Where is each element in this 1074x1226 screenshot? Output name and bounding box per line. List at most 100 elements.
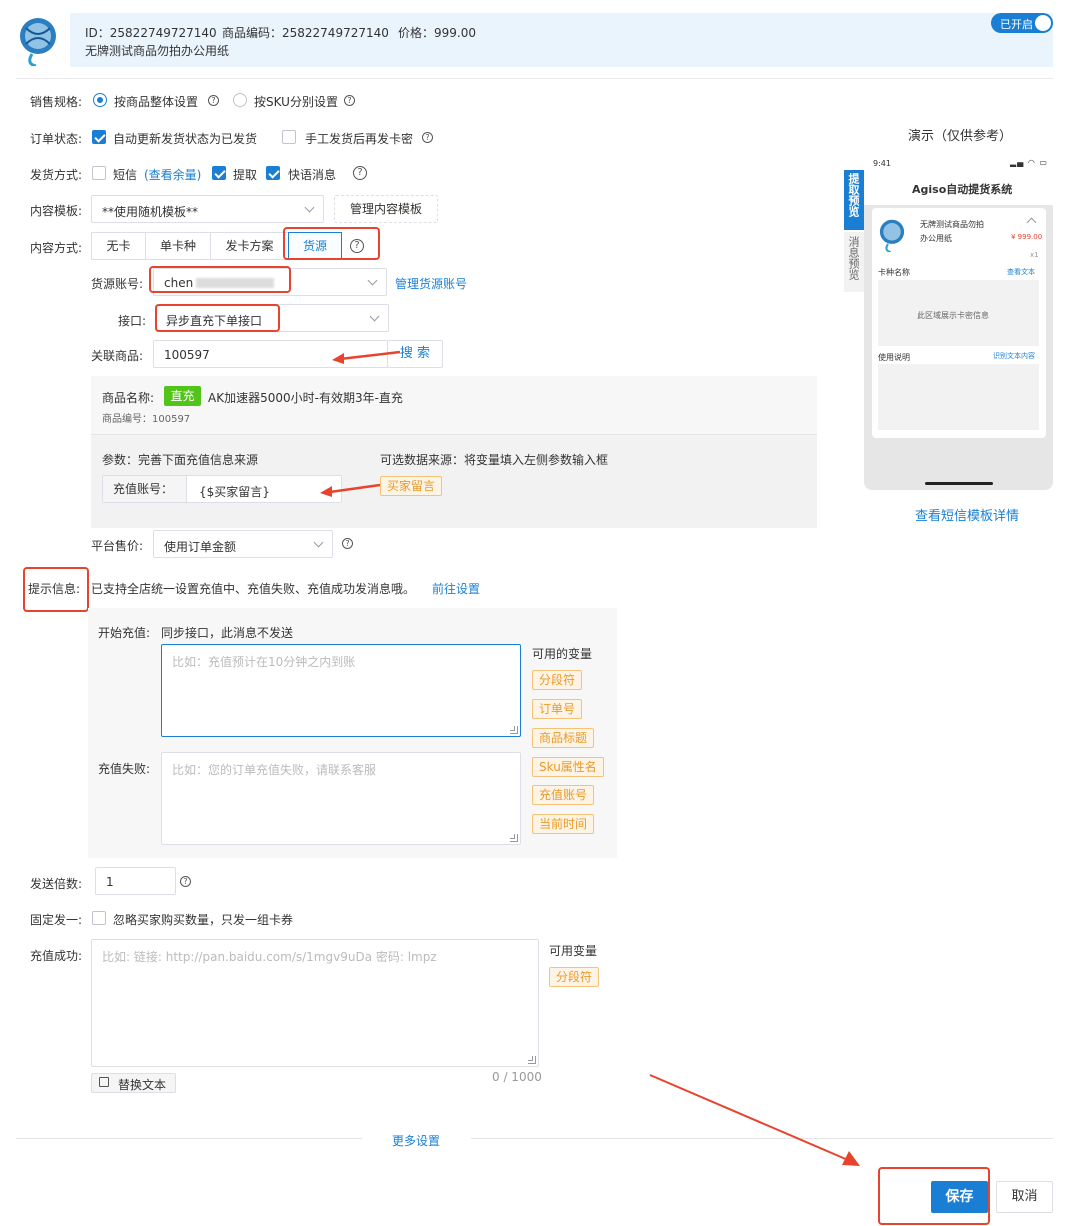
fixed-one-checkbox[interactable]	[92, 911, 106, 925]
product-thumbnail	[16, 14, 60, 68]
radio-per-sku-label[interactable]: 按SKU分别设置	[254, 93, 338, 110]
sales-spec-label: 销售规格:	[30, 95, 83, 109]
preview-tab-pickup-label: 提取预览	[847, 173, 860, 217]
phone-product-name: 无牌测试商品勿拍办公用纸	[920, 220, 984, 243]
direct-charge-badge: 直充	[164, 386, 201, 406]
resize-handle-icon[interactable]	[510, 726, 518, 734]
delivery-label: 发货方式:	[30, 168, 83, 182]
product-code: 商品编码：25822749727140	[222, 26, 389, 40]
tab-single-card[interactable]: 单卡种	[145, 232, 211, 260]
manual-ship-label[interactable]: 手工发货后再发卡密	[305, 130, 413, 147]
fixed-one-text[interactable]: 忽略买家购买数量，只发一组卡券	[113, 911, 293, 928]
var-tag-segment[interactable]: 分段符	[532, 670, 583, 690]
resize-handle-icon[interactable]	[528, 1056, 536, 1064]
phone-view-text-link[interactable]: 查看文本	[1007, 267, 1035, 277]
source-account-value: chen	[164, 276, 194, 290]
help-icon[interactable]: ?	[353, 166, 367, 180]
recharge-success-textarea[interactable]: 比如: 链接: http://pan.baidu.com/s/1mgv9uDa …	[91, 939, 539, 1067]
sms-template-detail-link[interactable]: 查看短信模板详情	[915, 505, 1019, 524]
cancel-button[interactable]: 取消	[996, 1181, 1053, 1213]
search-button-label: 搜 索	[399, 346, 431, 361]
interface-value: 异步直充下单接口	[166, 314, 263, 328]
auto-ship-checkbox[interactable]	[92, 130, 106, 144]
var-tag-product-title[interactable]: 商品标题	[532, 728, 595, 748]
go-settings-link[interactable]: 前往设置	[432, 580, 480, 597]
more-settings-link[interactable]: 更多设置	[392, 1132, 440, 1149]
pickup-checkbox[interactable]	[212, 166, 226, 180]
recharge-account-field[interactable]: 充值账号： {$买家留言}	[102, 475, 342, 503]
quick-msg-label[interactable]: 快语消息	[288, 166, 336, 183]
help-icon[interactable]: ?	[180, 876, 191, 887]
product-name-label: 商品名称:	[102, 391, 155, 405]
auto-ship-label[interactable]: 自动更新发货状态为已发货	[113, 130, 257, 147]
annotation-arrow	[649, 1074, 860, 1166]
phone-price: ¥ 999.00	[1011, 233, 1043, 241]
product-name: 无牌测试商品勿拍办公用纸	[85, 44, 230, 58]
template-select[interactable]: **使用随机模板**	[91, 195, 324, 223]
manage-source-account-link[interactable]: 管理货源账号	[395, 275, 467, 292]
send-multiple-value: 1	[106, 875, 114, 889]
replace-icon	[99, 1077, 109, 1087]
tab-no-card[interactable]: 无卡	[91, 232, 146, 260]
radio-whole-product[interactable]	[93, 93, 107, 107]
optional-source-label: 可选数据来源：将变量填入左侧参数输入框	[380, 453, 609, 467]
recharge-success-label: 充值成功:	[30, 949, 83, 963]
var-tag-recharge-account[interactable]: 充值账号	[532, 785, 595, 805]
quick-msg-checkbox[interactable]	[266, 166, 280, 180]
phone-usage-label: 使用说明	[878, 353, 910, 362]
tab-supply-source[interactable]: 货源	[288, 232, 342, 260]
vars-label: 可用的变量	[532, 647, 593, 661]
radio-whole-product-label[interactable]: 按商品整体设置	[114, 93, 198, 110]
pickup-label[interactable]: 提取	[233, 166, 257, 183]
toggle-knob	[1035, 15, 1051, 31]
phone-time: 9:41	[873, 159, 891, 168]
var-tag-sku-name[interactable]: Sku属性名	[532, 757, 604, 777]
sms-balance-link[interactable]: (查看余量)	[144, 166, 201, 183]
tab-card-plan[interactable]: 发卡方案	[210, 232, 289, 260]
manual-ship-checkbox[interactable]	[282, 130, 296, 144]
sms-label[interactable]: 短信	[113, 166, 137, 183]
resize-handle-icon[interactable]	[510, 834, 518, 842]
related-product-value: 100597	[164, 348, 210, 362]
buyer-message-tag[interactable]: 买家留言	[380, 476, 443, 496]
help-icon[interactable]: ?	[342, 538, 353, 549]
success-vars-label: 可用变量	[549, 944, 598, 958]
chevron-down-icon	[367, 275, 378, 286]
var-tag-order-no[interactable]: 订单号	[532, 699, 583, 719]
phone-status-icons: ▂▄ ◠ ▭	[1010, 158, 1048, 167]
source-account-select[interactable]: chen	[153, 268, 387, 296]
manage-template-button[interactable]: 管理内容模板	[334, 195, 438, 223]
help-icon[interactable]: ?	[350, 239, 364, 253]
preview-tab-message[interactable]: 消息预览	[844, 232, 864, 292]
enable-toggle[interactable]: 已开启	[991, 13, 1053, 33]
replace-text-button[interactable]: 替换文本	[91, 1073, 176, 1093]
save-button[interactable]: 保存	[931, 1181, 988, 1213]
related-product-label: 关联商品:	[91, 349, 144, 363]
preview-tab-pickup[interactable]: 提取预览	[844, 170, 864, 230]
var-tag-current-time[interactable]: 当前时间	[532, 814, 595, 834]
success-var-segment[interactable]: 分段符	[549, 967, 600, 987]
sms-checkbox[interactable]	[92, 166, 106, 180]
help-icon[interactable]: ?	[422, 132, 433, 143]
recharge-fail-placeholder: 比如：您的订单充值失败，请联系客服	[172, 763, 377, 777]
send-multiple-input[interactable]: 1	[95, 867, 176, 895]
params-label: 参数：完善下面充值信息来源	[102, 453, 259, 467]
interface-label: 接口:	[118, 314, 147, 328]
source-account-label: 货源账号:	[91, 277, 144, 291]
chevron-down-icon	[369, 311, 380, 322]
recharge-success-placeholder: 比如: 链接: http://pan.baidu.com/s/1mgv9uDa …	[102, 950, 437, 964]
interface-select[interactable]: 异步直充下单接口	[155, 304, 389, 332]
product-price: 价格：999.00	[398, 26, 476, 40]
fixed-one-label: 固定发一:	[30, 913, 83, 927]
platform-price-select[interactable]: 使用订单金额	[153, 530, 333, 558]
phone-recognize-link[interactable]: 识别文本内容	[993, 351, 1035, 361]
send-multiple-label: 发送倍数:	[30, 877, 83, 891]
recharge-fail-textarea[interactable]: 比如：您的订单充值失败，请联系客服	[161, 752, 521, 845]
hint-label: 提示信息:	[28, 582, 81, 596]
hint-text: 已支持全店统一设置充值中、充值失败、充值成功发消息哦。	[91, 582, 416, 596]
platform-price-label: 平台售价:	[91, 539, 144, 553]
start-recharge-textarea[interactable]: 比如：充值预计在10分钟之内到账	[161, 644, 521, 737]
help-icon[interactable]: ?	[208, 95, 219, 106]
radio-per-sku[interactable]	[233, 93, 247, 107]
help-icon[interactable]: ?	[344, 95, 355, 106]
